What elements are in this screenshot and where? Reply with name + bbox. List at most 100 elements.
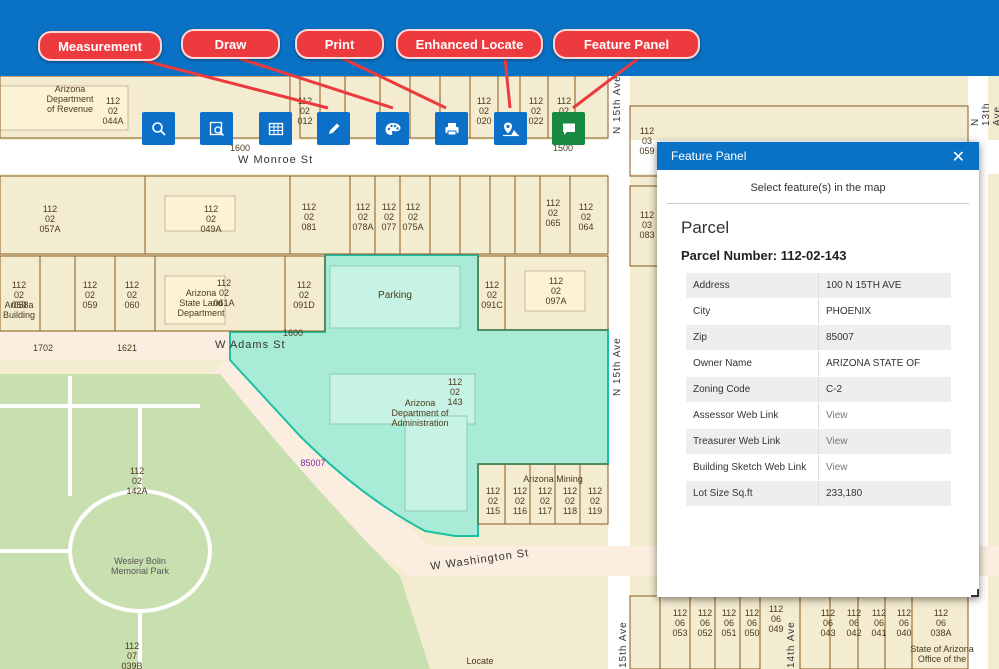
label-parcel: 112 06 041 [871,608,887,638]
label-parcel: 112 06 052 [697,608,713,638]
table-row: Owner Name ARIZONA STATE OF [686,350,951,377]
attribute-value: 85007 [818,324,951,351]
attribute-key: Zoning Code [686,376,819,403]
table-row: Assessor Web Link View [686,402,951,429]
callout-measurement: Measurement [38,31,162,61]
attribute-value: PHOENIX [818,298,951,325]
attribute-value: C-2 [818,376,951,403]
label-parcel: 112 03 059 [639,126,655,156]
measurement-button[interactable] [317,112,350,145]
attribute-table: Address 100 N 15TH AVE City PHOENIX Zip … [686,273,951,507]
feature-panel-button[interactable] [552,112,585,145]
resize-handle[interactable] [971,589,979,597]
comment-icon [562,123,575,135]
attribute-key: Treasurer Web Link [686,428,819,455]
label-parcel: 112 06 038A [930,608,952,638]
label-parcel: 112 02 078A [352,202,374,232]
label-parcel: 112 02 065 [545,198,561,228]
enhanced-locate-button[interactable] [494,112,527,145]
label-parcel: 112 02 059 [82,280,98,310]
label-state-office: State of Arizona Office of the [910,644,974,664]
close-icon[interactable]: ✕ [952,147,965,167]
parcel-number: Parcel Number: 112-02-143 [681,248,847,263]
feature-panel: Feature Panel ✕ Select feature(s) in the… [657,142,979,597]
label-parcel: 112 02 091D [293,280,315,310]
label-zip: 85007 [300,458,326,468]
label-parcel: 112 02 097A [545,276,567,306]
table-icon [268,122,283,135]
attribute-value: ARIZONA STATE OF [818,350,951,377]
select-search-icon [209,121,224,136]
street-label-adams: W Adams St [215,339,286,351]
print-button[interactable] [435,112,468,145]
table-row: Zoning Code C-2 [686,376,951,403]
callout-enhanced-locate: Enhanced Locate [396,29,543,59]
label-parcel: 112 02 012 [297,96,313,126]
label-parcel: 112 02 118 [562,486,578,516]
label-parcel: 112 02 091C [481,280,503,310]
attribute-table-button[interactable] [259,112,292,145]
attribute-value: 233,180 [818,480,951,507]
select-tool-button[interactable] [200,112,233,145]
label-parcel: 112 06 051 [721,608,737,638]
attribute-key: City [686,298,819,325]
attribute-key: Lot Size Sq.ft [686,480,819,507]
attribute-key: Address [686,273,819,299]
attribute-key: Zip [686,324,819,351]
street-label-15th-bottom: 15th Ave [618,621,629,668]
label-parcel: 112 02 049A [200,204,222,234]
printer-icon [445,122,458,135]
building-sketch-link[interactable]: View [818,454,951,481]
street-label-15th-mid: N 15th Ave [612,337,623,396]
label-parcel: 112 07 039B [121,641,143,669]
attribute-key: Building Sketch Web Link [686,454,819,481]
street-label-13th: N 13th Ave [970,102,999,126]
label-parcel: 112 02 119 [587,486,603,516]
label-num: 1621 [116,343,138,353]
label-parcel: 112 06 053 [672,608,688,638]
label-parcel: 112 06 050 [744,608,760,638]
label-parcel: 112 02 116 [512,486,528,516]
table-row: City PHOENIX [686,298,951,325]
label-parcel: 112 02 057A [39,204,61,234]
label-parcel: 112 02 064 [578,202,594,232]
callout-feature-panel: Feature Panel [553,29,700,59]
treasurer-link[interactable]: View [818,428,951,455]
pencil-icon [328,123,339,134]
label-parcel: 112 02 044A [102,96,124,126]
label-num: 1600 [282,328,304,338]
label-dept-admin: Arizona Department of Administration [391,398,449,428]
search-tool-button[interactable] [142,112,175,145]
table-row: Lot Size Sq.ft 233,180 [686,480,951,507]
callout-print: Print [295,29,384,59]
table-row: Zip 85007 [686,324,951,351]
label-parcel: 112 02 075A [402,202,424,232]
label-parcel: 112 02 081 [301,202,317,232]
label-parcel: 112 02 061A [213,278,235,308]
label-parcel: 112 02 117 [537,486,553,516]
label-parcel: 112 02 115 [485,486,501,516]
label-parcel: 112 06 042 [846,608,862,638]
table-row: Treasurer Web Link View [686,428,951,455]
assessor-link[interactable]: View [818,402,951,429]
street-label-15th-top: N 15th Ave [612,76,623,134]
attribute-key: Owner Name [686,350,819,377]
label-parcel: 112 03 083 [639,210,655,240]
feature-panel-title: Feature Panel [671,149,747,163]
label-parcel: 112 06 043 [820,608,836,638]
callout-draw: Draw [181,29,280,59]
draw-button[interactable] [376,112,409,145]
label-parking: Parking [378,290,412,301]
palette-icon [385,122,400,135]
label-parcel: 112 06 049 [768,604,784,634]
street-label-14th-bottom: 14th Ave [786,621,797,668]
label-parcel: 112 02 060 [124,280,140,310]
label-parcel: 112 02 142A [126,466,148,496]
table-row: Address 100 N 15TH AVE [686,273,951,299]
label-num: 1702 [32,343,54,353]
street-label-monroe: W Monroe St [238,154,314,166]
label-mining: Arizona Mining [523,474,583,484]
attribute-key: Assessor Web Link [686,402,819,429]
feature-panel-hint: Select feature(s) in the map [667,182,969,204]
label-parcel: 112 06 040 [896,608,912,638]
